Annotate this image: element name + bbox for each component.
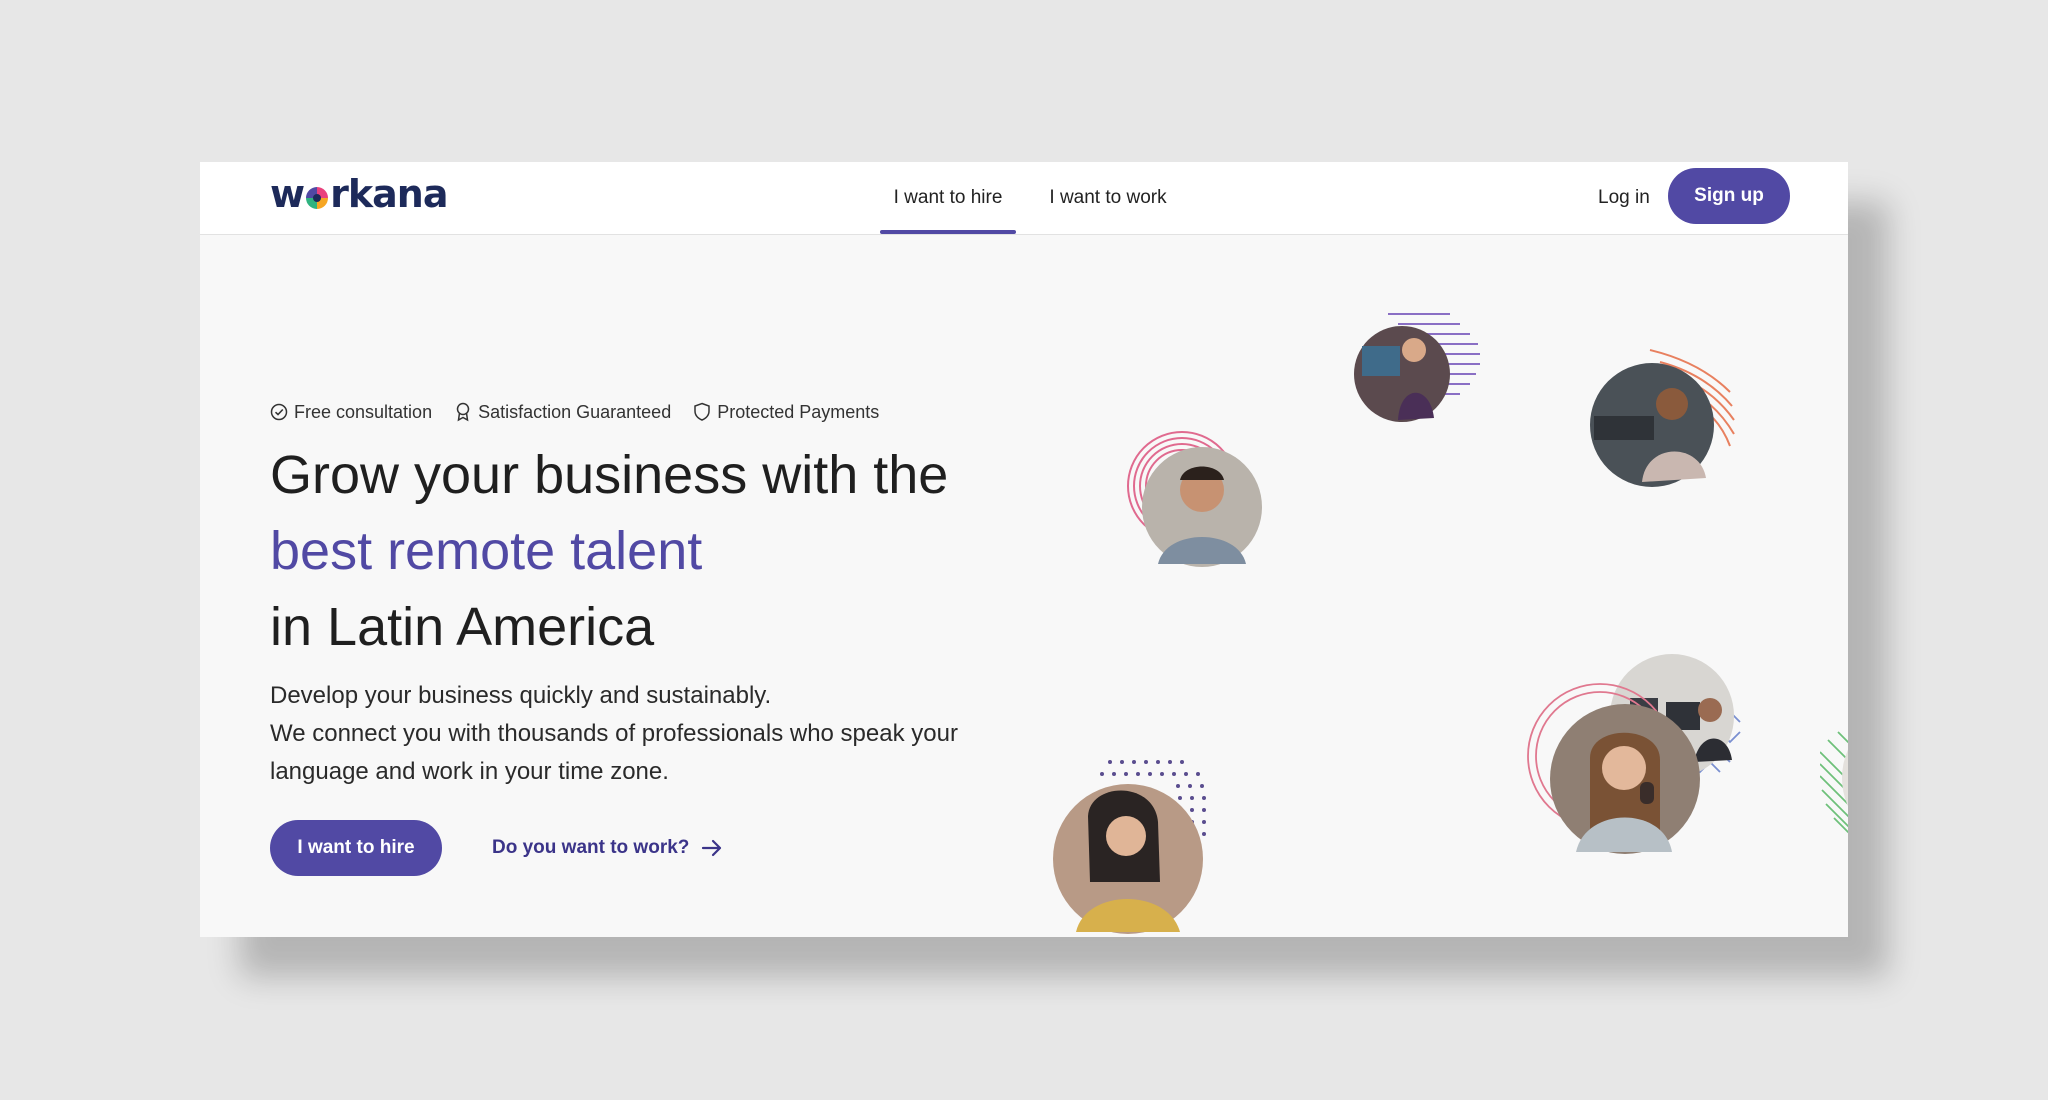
badge-free-consultation: Free consultation [270, 402, 432, 423]
badge-label: Protected Payments [717, 401, 880, 422]
award-icon [456, 402, 470, 422]
top-navbar: w rkana I want to hire I want to work Log… [200, 162, 1848, 235]
headline-line-3: in Latin America [270, 597, 655, 657]
headline-line-1: Grow your business with the [270, 445, 949, 505]
avatar-smiling-man [1127, 431, 1262, 567]
trust-badges: Free consultation Satisfaction Guarantee… [270, 398, 901, 426]
tab-label: I want to work [1049, 187, 1167, 208]
browser-window: w rkana I want to hire I want to work Log… [200, 162, 1848, 937]
work-cta-label: Do you want to work? [492, 837, 690, 858]
tab-i-want-to-hire[interactable]: I want to hire [880, 162, 1016, 234]
tab-i-want-to-work[interactable]: I want to work [1042, 162, 1174, 234]
avatar-woman-microphone [1527, 683, 1700, 854]
arrow-right-icon [702, 839, 722, 857]
logo-text-end: rkana [330, 172, 448, 216]
avatar-woman-presenting [1354, 313, 1480, 422]
hero-headline: Grow your business with the best remote … [270, 437, 990, 665]
description-line-2: We connect you with thousands of profess… [270, 720, 958, 785]
badge-label: Satisfaction Guaranteed [478, 401, 672, 422]
logo-text-start: w [270, 172, 305, 216]
shield-icon [694, 402, 710, 421]
tab-label: I want to hire [893, 187, 1003, 208]
badge-satisfaction: Satisfaction Guaranteed [454, 402, 671, 423]
hero-description: Develop your business quickly and sustai… [270, 677, 1030, 791]
logo-dot-icon [306, 187, 329, 209]
signup-button[interactable]: Sign up [1668, 168, 1790, 224]
work-cta-link[interactable]: Do you want to work? [492, 820, 723, 876]
avatar-man-laptop [1590, 349, 1735, 487]
login-link[interactable]: Log in [1598, 162, 1650, 234]
headline-accent: best remote talent [270, 521, 703, 581]
avatar-woman-reading [1053, 760, 1206, 934]
check-circle-icon [270, 403, 288, 421]
description-line-1: Develop your business quickly and sustai… [270, 682, 772, 709]
hire-cta-button[interactable]: I want to hire [270, 820, 442, 876]
badge-protected-payments: Protected Payments [693, 402, 879, 423]
workana-logo[interactable]: w rkana [270, 172, 448, 216]
avatar-woman-floor-laptop [1820, 731, 1848, 834]
badge-label: Free consultation [294, 401, 433, 422]
